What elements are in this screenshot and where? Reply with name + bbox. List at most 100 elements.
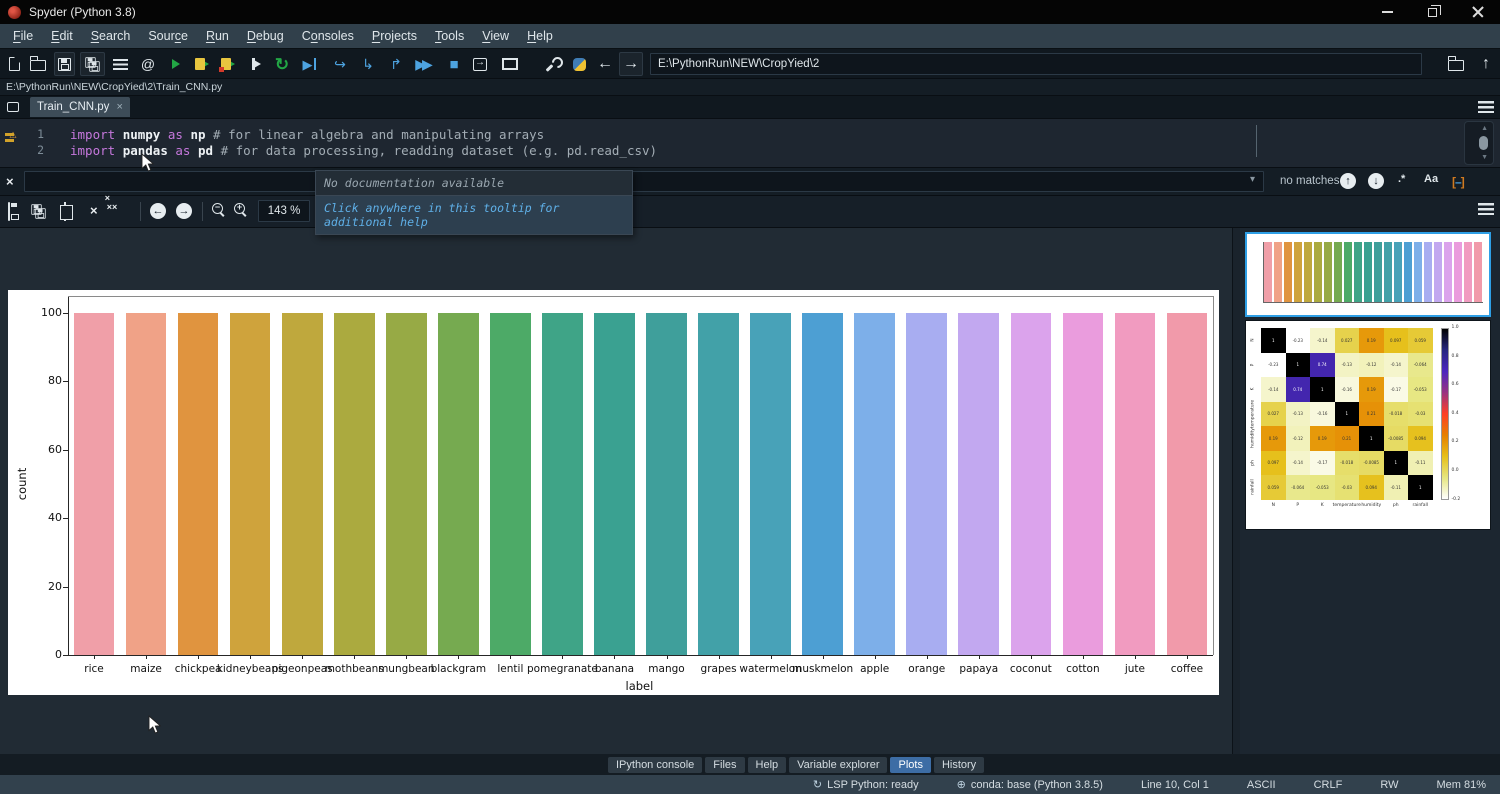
minimize-button[interactable] — [1365, 0, 1410, 24]
heatmap-row-label: N — [1251, 339, 1256, 342]
new-window-button[interactable] — [470, 52, 490, 76]
heatmap-cell: -0.053 — [1408, 377, 1433, 402]
step-into-button[interactable]: ↳ — [358, 52, 378, 76]
stop-debug-button[interactable]: ■ — [444, 52, 464, 76]
menu-search[interactable]: Search — [82, 26, 140, 46]
status-text: CRLF — [1314, 779, 1343, 791]
new-file-button[interactable] — [4, 52, 24, 76]
save-icon — [8, 202, 10, 221]
debug-file-button[interactable]: ▶ — [300, 52, 320, 76]
run-cell-button[interactable] — [192, 52, 212, 76]
symbol-finder-button[interactable]: @ — [138, 52, 158, 76]
menu-edit[interactable]: Edit — [42, 26, 82, 46]
scroll-thumb[interactable] — [1479, 136, 1488, 150]
run-cell-advance-button[interactable] — [218, 52, 238, 76]
heatmap-cell: -0.12 — [1286, 426, 1311, 451]
restore-button[interactable] — [1410, 0, 1455, 24]
menu-run[interactable]: Run — [197, 26, 238, 46]
menu-tools[interactable]: Tools — [426, 26, 473, 46]
pythonpath-button[interactable] — [569, 52, 589, 76]
plot-thumbnail-heatmap[interactable]: 1-0.23-0.140.0270.190.0970.059-0.2310.74… — [1245, 320, 1491, 530]
close-button[interactable] — [1455, 0, 1500, 24]
find-previous-button[interactable]: ↑ — [1340, 173, 1356, 189]
save-plot-button[interactable] — [8, 203, 10, 221]
menu-source[interactable]: Source — [139, 26, 197, 46]
run-selection-button[interactable] — [246, 52, 266, 76]
documentation-tooltip[interactable]: No documentation available Click anywher… — [315, 170, 633, 235]
plots-options-icon[interactable] — [1478, 203, 1494, 215]
copy-plot-button[interactable] — [60, 203, 66, 221]
menu-projects[interactable]: Projects — [363, 26, 426, 46]
scroll-down-icon[interactable]: ▼ — [1481, 154, 1488, 161]
editor-scrollbar[interactable]: ▲ ▼ — [1464, 121, 1494, 165]
find-close-icon[interactable]: × — [6, 174, 14, 189]
y-axis-label: count — [15, 468, 29, 500]
save-all-button[interactable] — [80, 52, 105, 76]
run-selection-play-icon — [254, 60, 261, 68]
x-tick — [146, 655, 147, 659]
pane-tab-history[interactable]: History — [934, 757, 984, 773]
code-line[interactable]: 2import pandas as pd # for data processi… — [0, 142, 1460, 158]
heatmap-cell: 0.059 — [1408, 328, 1433, 353]
back-button[interactable]: ← — [595, 52, 615, 76]
code-editor[interactable]: ⚠1import numpy as np # for linear algebr… — [0, 119, 1500, 168]
find-next-button[interactable]: ↓ — [1368, 173, 1384, 189]
menu-help[interactable]: Help — [518, 26, 562, 46]
next-plot-button[interactable]: → — [176, 203, 192, 219]
x-tick — [875, 655, 876, 659]
editor-options-icon[interactable] — [1478, 101, 1494, 113]
save-button[interactable] — [54, 52, 75, 76]
pane-tab-ipython-console[interactable]: IPython console — [608, 757, 702, 773]
forward-button[interactable]: → — [619, 52, 643, 76]
mini-bar-banana — [1364, 242, 1372, 302]
continue-button[interactable]: ▶▶ — [412, 52, 432, 76]
plots-scrollbar[interactable] — [1232, 228, 1240, 754]
working-directory-input[interactable] — [650, 53, 1422, 75]
pane-tab-help[interactable]: Help — [748, 757, 787, 773]
zoom-level-input[interactable] — [258, 200, 310, 222]
tab-close-icon[interactable]: × — [116, 101, 122, 113]
x-tick — [458, 655, 459, 659]
thumbnail-list: 1-0.23-0.140.0270.190.0970.059-0.2310.74… — [1240, 228, 1500, 754]
menu-consoles[interactable]: Consoles — [293, 26, 363, 46]
minimize-icon — [1382, 11, 1393, 13]
mini-bar-muskmelon — [1404, 242, 1412, 302]
run-file-button[interactable] — [166, 52, 186, 76]
bar-blackgram — [438, 313, 479, 655]
maximize-pane-button[interactable] — [498, 52, 518, 76]
file-switcher-button[interactable] — [110, 52, 130, 76]
open-file-button[interactable] — [28, 52, 48, 76]
chevron-down-icon[interactable]: ▾ — [1250, 174, 1255, 185]
menu-debug[interactable]: Debug — [238, 26, 293, 46]
code-line[interactable]: ⚠1import numpy as np # for linear algebr… — [0, 126, 1460, 142]
menu-file[interactable]: File — [4, 26, 42, 46]
tab-train-cnn[interactable]: Train_CNN.py × — [30, 97, 130, 117]
y-axis — [68, 296, 69, 655]
parent-directory-button[interactable]: ↑ — [1476, 52, 1496, 76]
case-sensitive-toggle[interactable]: Aa — [1424, 173, 1438, 185]
pane-tab-files[interactable]: Files — [705, 757, 744, 773]
scroll-up-icon[interactable]: ▲ — [1481, 125, 1488, 132]
whole-words-toggle[interactable]: [–] — [1452, 173, 1465, 191]
step-out-button[interactable]: ↱ — [386, 52, 406, 76]
debug-bar-icon — [314, 58, 316, 70]
rerun-button[interactable]: ↻ — [272, 52, 292, 76]
x-tick — [719, 655, 720, 659]
heatmap-row-label: K — [1251, 388, 1256, 391]
x-tick — [1135, 655, 1136, 659]
browse-directory-button[interactable] — [1446, 52, 1466, 76]
browse-tabs-button[interactable] — [0, 98, 26, 117]
heatmap-cell: 0.19 — [1261, 426, 1286, 451]
regex-toggle[interactable]: .* — [1398, 173, 1405, 185]
search-input[interactable] — [24, 171, 1264, 192]
plot-thumbnail-barchart[interactable] — [1245, 232, 1491, 317]
previous-plot-button[interactable]: ← — [150, 203, 166, 219]
code-token: # for data processing, readding dataset … — [221, 143, 658, 158]
pane-tab-variable-explorer[interactable]: Variable explorer — [789, 757, 887, 773]
remove-plot-button[interactable]: × — [90, 203, 98, 218]
pane-tab-plots[interactable]: Plots — [890, 757, 930, 773]
menu-view[interactable]: View — [473, 26, 518, 46]
status-ascii: ASCII — [1247, 779, 1276, 791]
preferences-button[interactable] — [543, 52, 563, 76]
step-over-button[interactable]: ↪ — [330, 52, 350, 76]
